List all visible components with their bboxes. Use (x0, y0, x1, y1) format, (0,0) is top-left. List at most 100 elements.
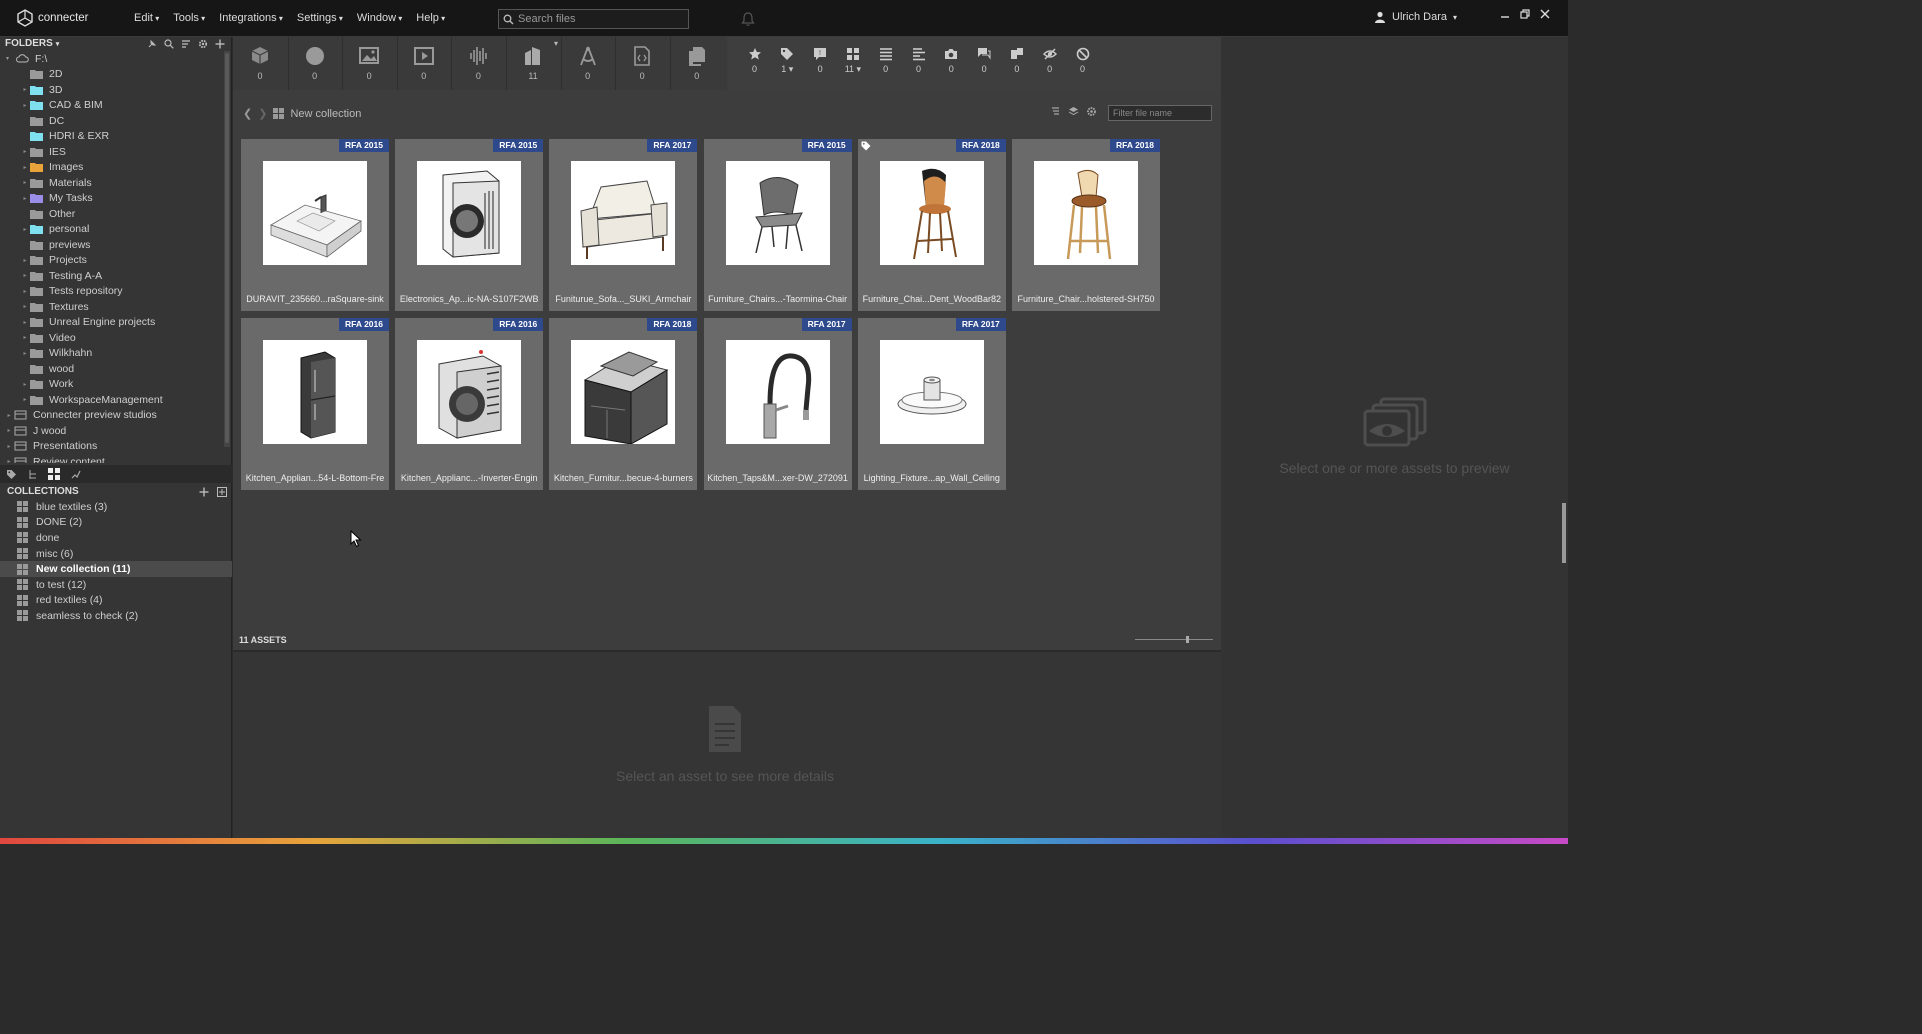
expand-arrow-icon[interactable]: ▸ (20, 334, 30, 341)
meta-filter-tag[interactable]: 1 ▾ (771, 37, 804, 90)
expand-arrow-icon[interactable]: ▸ (20, 303, 30, 310)
expand-arrow-icon[interactable]: ▸ (20, 102, 30, 109)
expand-arrow-icon[interactable]: ▸ (20, 86, 30, 93)
meta-filter-star[interactable]: 0 (738, 37, 771, 90)
expand-arrow-icon[interactable]: ▸ (20, 319, 30, 326)
type-filter-drafting[interactable]: 0 (561, 37, 615, 90)
search-box[interactable] (498, 9, 689, 29)
meta-filter-list[interactable]: 0 (869, 37, 902, 90)
folder-item[interactable]: ▸ 3D (0, 82, 224, 98)
type-filter-cube[interactable]: 0 (233, 37, 287, 90)
meta-filter-align[interactable]: 0 (902, 37, 935, 90)
collection-item[interactable]: DONE (2) (0, 515, 232, 531)
back-icon[interactable]: ❮ (243, 107, 252, 120)
folder-item[interactable]: ▸ Materials (0, 175, 224, 191)
expand-arrow-icon[interactable]: ▸ (20, 396, 30, 403)
type-filter-documents[interactable]: 0 (670, 37, 724, 90)
menu-tools[interactable]: Tools (173, 12, 205, 24)
sort-icon[interactable] (181, 39, 191, 49)
expand-arrow-icon[interactable]: ▸ (20, 179, 30, 186)
menu-integrations[interactable]: Integrations (219, 12, 283, 24)
collection-item[interactable]: to test (12) (0, 577, 232, 593)
collection-item[interactable]: red textiles (4) (0, 593, 232, 609)
collection-item[interactable]: New collection (11) (0, 561, 232, 577)
pin-icon[interactable] (147, 39, 157, 49)
asset-card[interactable]: RFA 2015 DURAVIT_235660...raSquare-sink (241, 139, 389, 311)
meta-filter-chat[interactable]: 0 (968, 37, 1001, 90)
folder-item[interactable]: previews (0, 237, 224, 253)
asset-card[interactable]: RFA 2016 Kitchen_Applianc...-Inverter-Eng… (395, 318, 544, 490)
close-icon[interactable] (1540, 9, 1550, 19)
folder-item[interactable]: wood (0, 361, 224, 377)
type-filter-building[interactable]: 11 ▾ (506, 37, 560, 90)
expand-arrow-icon[interactable]: ▸ (20, 257, 30, 264)
asset-card[interactable]: RFA 2016 Kitchen_Applian...54-L-Bottom-Fr… (241, 318, 389, 490)
type-filter-video[interactable]: 0 (397, 37, 451, 90)
meta-filter-hidden[interactable]: 0 (1033, 37, 1066, 90)
folder-item[interactable]: ▸ My Tasks (0, 191, 224, 207)
expand-arrow-icon[interactable]: ▸ (20, 164, 30, 171)
search-input[interactable] (518, 13, 683, 25)
asset-card[interactable]: RFA 2015 Furniture_Chairs...-Taormina-Cha… (703, 139, 852, 311)
asset-card[interactable]: RFA 2017 Lighting_Fixture...ap_Wall_Ceili… (857, 318, 1006, 490)
folder-item[interactable]: ▸ IES (0, 144, 224, 160)
folder-item[interactable]: ▸ Work (0, 377, 224, 393)
minimize-icon[interactable] (1500, 9, 1510, 19)
collection-item[interactable]: done (0, 530, 232, 546)
sort-order-icon[interactable] (1050, 106, 1061, 117)
folder-item[interactable]: ▸ Review content (0, 454, 224, 463)
collection-item[interactable]: misc (6) (0, 546, 232, 562)
expand-arrow-icon[interactable]: ▸ (20, 381, 30, 388)
hierarchy-icon[interactable] (27, 469, 38, 480)
folder-item[interactable]: ▸ Projects (0, 253, 224, 269)
expand-arrow-icon[interactable]: ▸ (20, 272, 30, 279)
app-logo[interactable]: connecter (16, 9, 89, 27)
gear-icon[interactable] (1086, 106, 1097, 117)
expand-arrow-icon[interactable]: ▸ (20, 226, 30, 233)
folder-item[interactable]: HDRI & EXR (0, 129, 224, 145)
folder-item[interactable]: DC (0, 113, 224, 129)
asset-card[interactable]: RFA 2018 Kitchen_Furnitur...becue-4-burne… (549, 318, 698, 490)
add-smart-collection-icon[interactable] (217, 486, 227, 497)
asset-card[interactable]: RFA 2017 Kitchen_Taps&M...xer-DW_272091 (703, 318, 852, 490)
asset-card[interactable]: RFA 2017 Funiturue_Sofa..._SUKI_Armchair (549, 139, 698, 311)
restore-icon[interactable] (1520, 9, 1530, 19)
expand-arrow-icon[interactable]: ▸ (4, 458, 14, 463)
menu-settings[interactable]: Settings (297, 12, 343, 24)
tag-icon[interactable] (6, 469, 17, 480)
search-icon[interactable] (164, 38, 174, 49)
folder-tree-scrollbar[interactable] (224, 51, 230, 447)
type-filter-sphere[interactable]: 0 (288, 37, 342, 90)
layers-icon[interactable] (1068, 106, 1079, 117)
folder-item[interactable]: ▸ Wilkhahn (0, 346, 224, 362)
expand-arrow-icon[interactable]: ▸ (20, 350, 30, 357)
asset-card[interactable]: RFA 2018 Furniture_Chair...holstered-SH75… (1012, 139, 1160, 311)
preview-scrollbar[interactable] (1562, 503, 1566, 563)
type-filter-code-file[interactable]: 0 (615, 37, 669, 90)
expand-arrow-icon[interactable]: ▸ (20, 195, 30, 202)
smart-search-icon[interactable] (70, 469, 81, 480)
folder-item[interactable]: ▸ Images (0, 160, 224, 176)
folder-item[interactable]: ▸ Testing A-A (0, 268, 224, 284)
folder-item[interactable]: 2D (0, 67, 224, 83)
gear-icon[interactable] (198, 39, 208, 49)
folder-item[interactable]: Other (0, 206, 224, 222)
meta-filter-blocked[interactable]: 0 (1066, 37, 1099, 90)
user-menu[interactable]: Ulrich Dara ▾ (1374, 11, 1457, 23)
menu-edit[interactable]: Edit (134, 12, 159, 24)
forward-icon[interactable]: ❯ (258, 107, 267, 120)
folder-item[interactable]: ▸ Textures (0, 299, 224, 315)
collections-grid-icon[interactable] (48, 468, 60, 480)
thumbnail-size-slider[interactable] (1135, 636, 1213, 643)
asset-card[interactable]: RFA 2018 Furniture_Chai...Dent_WoodBar82 (857, 139, 1006, 311)
type-filter-audio[interactable]: 0 (451, 37, 505, 90)
folder-item[interactable]: ▸ Connecter preview studios (0, 408, 224, 424)
add-collection-icon[interactable] (199, 487, 209, 497)
meta-filter-pages[interactable]: 0 (1000, 37, 1033, 90)
notifications-bell-icon[interactable] (740, 11, 756, 30)
folder-item[interactable]: ▸ Video (0, 330, 224, 346)
chevron-down-icon[interactable]: ▾ (554, 39, 558, 48)
meta-filter-camera[interactable]: 0 (935, 37, 968, 90)
expand-arrow-icon[interactable]: ▸ (4, 412, 14, 419)
slider-handle[interactable] (1185, 636, 1189, 643)
